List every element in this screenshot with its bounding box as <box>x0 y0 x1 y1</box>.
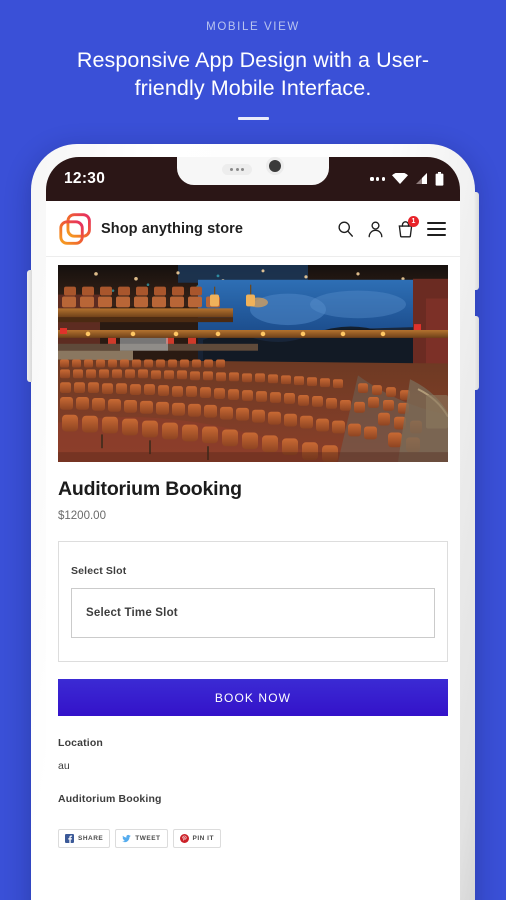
phone-side-button-right-upper[interactable] <box>474 192 479 290</box>
page-title: Responsive App Design with a User-friend… <box>76 48 430 101</box>
banner-divider <box>237 116 269 120</box>
more-dots-icon <box>370 177 385 181</box>
location-label: Location <box>58 737 103 749</box>
twitter-tweet-label: TWEET <box>135 835 161 842</box>
speaker-icon <box>222 164 252 175</box>
phone-screen: 12:30 Shop anything store 1 Auditorium B… <box>46 157 460 900</box>
product-image-wrap <box>46 257 460 462</box>
header-icon-group: 1 <box>337 215 446 238</box>
time-slot-select[interactable]: Select Time Slot <box>71 588 435 638</box>
menu-icon[interactable] <box>427 221 446 236</box>
select-slot-label: Select Slot <box>71 565 127 577</box>
phone-side-button-right-lower[interactable] <box>474 316 479 390</box>
pinterest-pin-label: PIN IT <box>192 835 214 842</box>
pinterest-pin-button[interactable]: PIN IT <box>172 829 221 848</box>
phone-side-button-left[interactable] <box>27 270 32 382</box>
store-header: Shop anything store 1 <box>46 201 460 257</box>
product-info: Auditorium Booking $1200.00 Select Slot … <box>46 478 460 716</box>
phone-mockup: 12:30 Shop anything store 1 Auditorium B… <box>27 144 479 900</box>
page-banner: MOBILE VIEW Responsive App Design with a… <box>0 0 506 120</box>
account-icon[interactable] <box>367 220 384 238</box>
store-name[interactable]: Shop anything store <box>101 221 243 237</box>
status-bar-clock: 12:30 <box>64 170 106 187</box>
cart-badge: 1 <box>408 215 419 227</box>
facebook-icon <box>65 834 74 843</box>
facebook-share-button[interactable]: SHARE <box>58 829 111 848</box>
front-camera-icon <box>266 157 284 175</box>
location-value: au <box>58 760 70 772</box>
shop-anything-store-logo-icon[interactable] <box>58 212 94 246</box>
share-button-row: SHARE TWEET PIN IT <box>46 829 460 848</box>
search-icon[interactable] <box>337 220 354 238</box>
twitter-icon <box>122 834 131 843</box>
cellular-signal-icon <box>416 173 427 184</box>
twitter-tweet-button[interactable]: TWEET <box>115 829 168 848</box>
pinterest-icon <box>179 834 189 843</box>
product-price: $1200.00 <box>58 510 106 522</box>
detail-product-name: Auditorium Booking <box>58 793 162 805</box>
phone-notch <box>179 157 327 183</box>
book-now-button[interactable]: BOOK NOW <box>58 679 448 716</box>
product-title: Auditorium Booking <box>58 478 242 500</box>
product-details: Location au Auditorium Booking <box>46 737 460 805</box>
banner-eyebrow: MOBILE VIEW <box>206 21 300 33</box>
status-bar: 12:30 <box>46 157 460 201</box>
slot-selection-card: Select Slot Select Time Slot <box>58 541 448 662</box>
wifi-icon <box>392 173 408 184</box>
status-bar-icons <box>370 172 444 186</box>
battery-icon <box>435 172 444 186</box>
cart-icon[interactable]: 1 <box>397 215 419 238</box>
facebook-share-label: SHARE <box>78 835 104 842</box>
product-image[interactable] <box>58 265 448 462</box>
